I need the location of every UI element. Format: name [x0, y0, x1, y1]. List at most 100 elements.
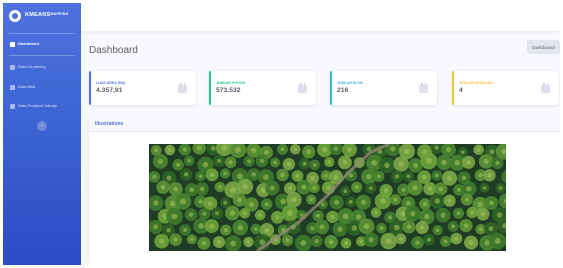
palm-crown-center: [160, 185, 166, 190]
palm-crown-center: [379, 226, 384, 231]
palm-crown-center: [184, 172, 189, 177]
palm-crown-center: [461, 175, 467, 181]
palm-crown-center: [280, 147, 285, 152]
palm-crown-center: [210, 145, 216, 151]
palm-crown-center: [301, 184, 307, 190]
card-label: JUMLAH POHON: [216, 81, 246, 85]
palm-crown-center: [456, 188, 461, 192]
palm-crown-center: [479, 227, 483, 232]
palm-crown-center: [159, 238, 165, 244]
sidebar-item-dashboard[interactable]: Dashboard: [3, 39, 81, 51]
sidebar-toggle-button[interactable]: ‹: [37, 121, 47, 131]
sidebar-item-label: Data Produksi Nabaty: [18, 103, 57, 108]
palm-crown-center: [285, 238, 290, 243]
sidebar-item-label: Dashboard: [18, 41, 39, 46]
palm-crown-center: [190, 237, 194, 241]
palm-crown-center: [463, 223, 469, 228]
palm-crown-center: [322, 146, 328, 153]
palm-crown-center: [202, 161, 209, 168]
palm-crown-center: [400, 211, 406, 217]
palm-crown-center: [337, 226, 343, 232]
palm-crown-center: [259, 158, 265, 164]
table-icon: [10, 85, 15, 90]
palm-crown-center: [476, 147, 481, 152]
sidebar-item-label: Data Clustering: [18, 64, 46, 69]
palm-crown-center: [217, 158, 222, 163]
palm-crown-center: [441, 159, 447, 166]
palm-crown-center: [287, 210, 293, 217]
palm-crown-center: [368, 237, 374, 243]
palm-crown-center: [157, 158, 163, 164]
palm-crown-center: [217, 240, 222, 245]
palm-crown-center: [359, 239, 363, 244]
brand[interactable]: KMEANSMAPPING: [3, 3, 81, 32]
palm-crown-center: [153, 200, 159, 206]
palm-crown-center: [412, 185, 418, 191]
palm-crown-center: [223, 228, 228, 233]
calendar-icon: [298, 83, 307, 93]
table-icon: [10, 104, 15, 109]
palm-crown-center: [489, 149, 495, 155]
palm-crown-center: [385, 238, 392, 244]
palm-crown-center: [410, 210, 416, 217]
palm-crown-center: [218, 185, 222, 189]
palm-crown-center: [446, 175, 453, 181]
palm-crown-center: [461, 150, 465, 155]
page-title: Dashboard: [89, 45, 138, 56]
breadcrumb-button[interactable]: Dashboard: [527, 40, 560, 54]
palm-crown-center: [363, 223, 370, 230]
palm-crown-center: [454, 159, 461, 166]
palm-crown-center: [260, 187, 266, 193]
palm-crown-center: [291, 196, 297, 203]
calendar-icon: [178, 83, 187, 93]
palm-crown-center: [286, 162, 292, 167]
sidebar: KMEANSMAPPING Dashboard Data Clustering …: [3, 3, 81, 265]
palm-crown-center: [438, 186, 444, 192]
palm-crown-center: [196, 145, 202, 151]
palm-crown-center: [443, 239, 448, 244]
sidebar-item-data-bibit[interactable]: Data Bibit: [3, 82, 81, 94]
chevron-left-icon: ‹: [41, 123, 43, 129]
palm-crown-center: [153, 224, 159, 230]
palm-crown-center: [251, 147, 257, 153]
palm-crown-center: [398, 236, 403, 241]
palm-crown-center: [348, 173, 353, 178]
card-value: 216: [337, 87, 349, 94]
palm-crown-center: [201, 241, 207, 246]
palm-crown-center: [401, 187, 406, 193]
palm-crown-center: [328, 239, 334, 245]
sidebar-item-data-produksi[interactable]: Data Produksi Nabaty: [3, 101, 81, 113]
palm-crown-center: [198, 223, 204, 229]
palm-crown-center: [421, 174, 427, 180]
palm-crown-center: [348, 200, 353, 204]
stat-card-jumlah-blok: JUMLAH BLOK 216: [330, 71, 437, 105]
palm-crown-center: [316, 213, 321, 218]
palm-crown-center: [435, 173, 439, 178]
palm-crown-center: [427, 186, 433, 191]
palm-crown-center: [293, 147, 298, 152]
illustrations-panel: Illustrations: [89, 117, 560, 265]
palm-crown-center: [258, 213, 262, 217]
palm-crown-center: [215, 211, 220, 216]
palm-crown-center: [487, 173, 492, 178]
app-frame: KMEANSMAPPING Dashboard Data Clustering …: [3, 3, 560, 265]
sidebar-item-data-clustering[interactable]: Data Clustering: [3, 62, 81, 74]
palm-crown-center: [228, 160, 233, 165]
palm-crown-center: [406, 174, 411, 179]
card-accent-bar: [209, 71, 211, 105]
palm-crown-center: [264, 202, 269, 207]
palm-crown-center: [209, 172, 215, 177]
palm-crown-center: [180, 198, 186, 205]
palm-crown-center: [434, 145, 439, 150]
palm-crown-center: [198, 174, 203, 179]
card-value: 4.357,91: [96, 87, 123, 94]
palm-crown-center: [229, 210, 235, 216]
palm-crown-center: [209, 223, 215, 229]
palm-crown-center: [237, 197, 242, 203]
palm-crown-center: [374, 210, 378, 215]
palm-crown-center: [310, 176, 315, 181]
palm-crown-center: [390, 146, 396, 152]
palm-crown-center: [447, 198, 452, 203]
dashboard-icon: [10, 42, 15, 47]
palm-crown-center: [333, 146, 339, 151]
